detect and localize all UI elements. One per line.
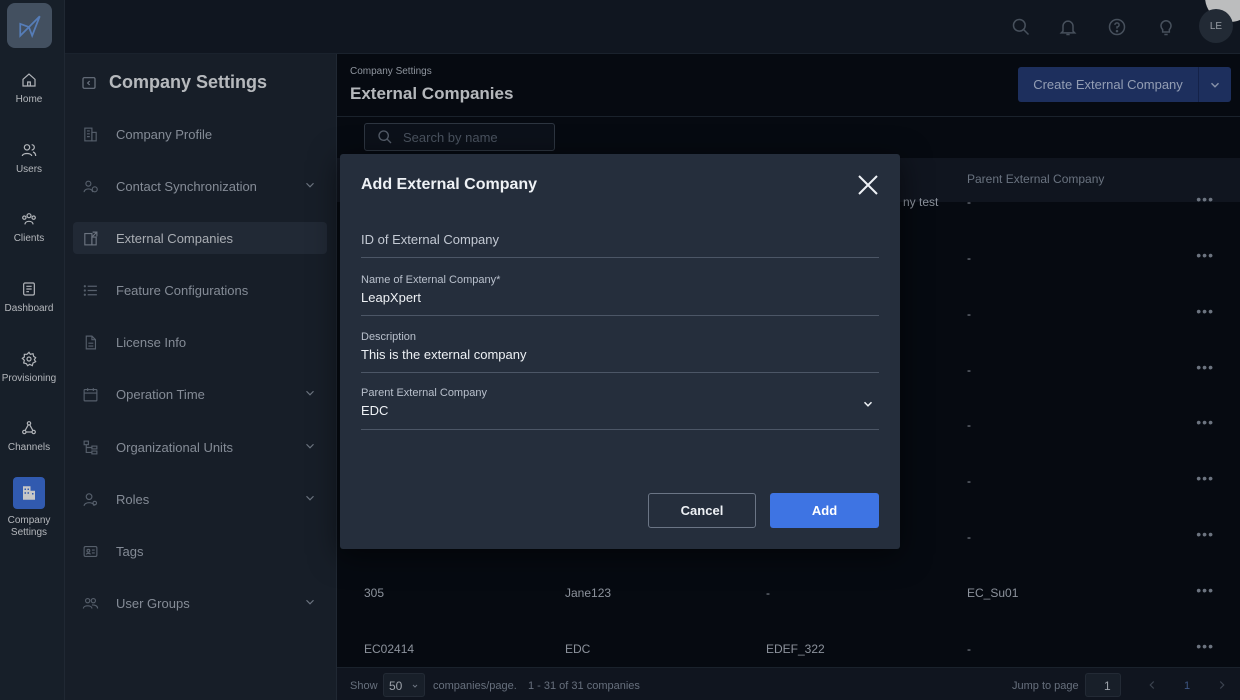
parent-label: Parent External Company	[361, 387, 487, 399]
external-company-id-field[interactable]: ID of External Company	[361, 232, 879, 258]
name-value[interactable]: LeapXpert	[361, 290, 879, 305]
dialog-title: Add External Company	[361, 176, 538, 193]
parent-value: EDC	[361, 403, 389, 418]
description-label: Description	[361, 331, 417, 343]
chevron-down-icon	[863, 401, 873, 407]
add-button[interactable]: Add	[770, 493, 879, 528]
close-icon[interactable]	[856, 173, 880, 197]
parent-external-company-select[interactable]: Parent External Company EDC	[361, 387, 879, 430]
description-value[interactable]: This is the external company	[361, 347, 879, 362]
description-field[interactable]: Description This is the external company	[361, 331, 879, 373]
id-placeholder: ID of External Company	[361, 232, 500, 247]
external-company-name-field[interactable]: Name of External Company* LeapXpert	[361, 274, 879, 316]
cancel-button[interactable]: Cancel	[648, 493, 756, 528]
name-label: Name of External Company*	[361, 274, 501, 286]
add-external-company-dialog: Add External Company ID of External Comp…	[340, 154, 900, 549]
